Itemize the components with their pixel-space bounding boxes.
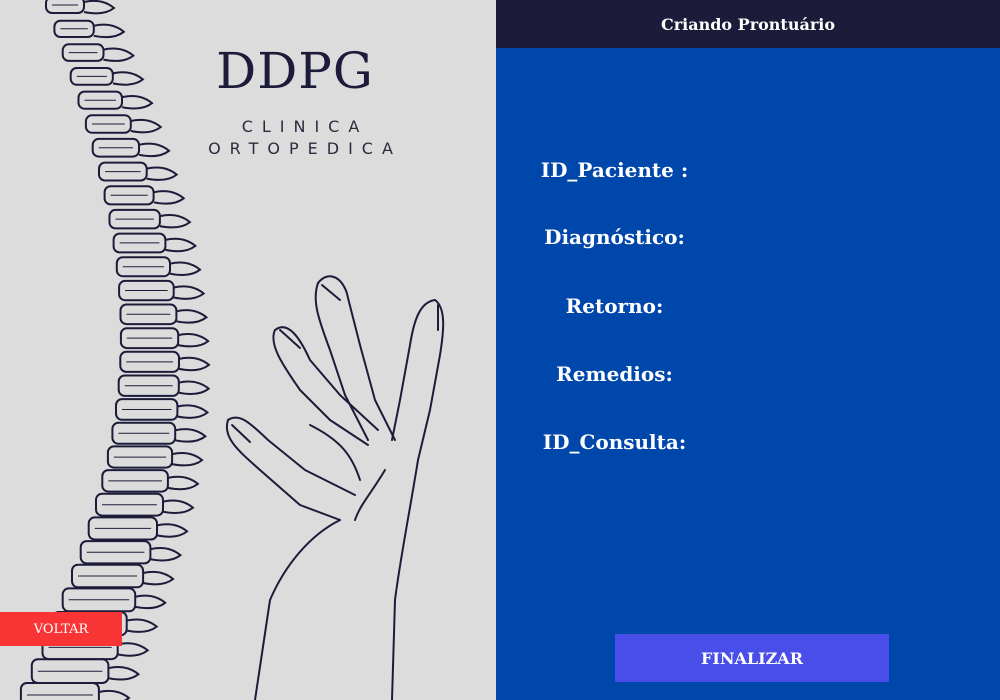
brand-title: DDPG: [216, 42, 374, 100]
field-label-retorno: Retorno:: [565, 294, 664, 318]
form-panel: Criando Prontuário ID_Paciente : Diagnós…: [496, 0, 1000, 700]
form-header: Criando Prontuário: [496, 0, 1000, 48]
field-label-id-consulta: ID_Consulta:: [542, 430, 687, 454]
voltar-button[interactable]: VOLTAR: [0, 612, 122, 646]
left-panel: DDPG CLINICA ORTOPEDICA VOLTAR: [0, 0, 496, 700]
form-title: Criando Prontuário: [660, 14, 835, 34]
spine-illustration: [19, 0, 445, 700]
brand-subtitle-line2: ORTOPEDICA: [208, 139, 402, 158]
brand-subtitle-line1: CLINICA: [241, 117, 369, 136]
finalizar-button[interactable]: FINALIZAR: [615, 634, 889, 682]
field-label-id-paciente: ID_Paciente :: [540, 158, 689, 182]
field-label-diagnostico: Diagnóstico:: [544, 225, 685, 249]
hand-illustration: [225, 275, 445, 700]
field-label-remedios: Remedios:: [556, 362, 673, 386]
